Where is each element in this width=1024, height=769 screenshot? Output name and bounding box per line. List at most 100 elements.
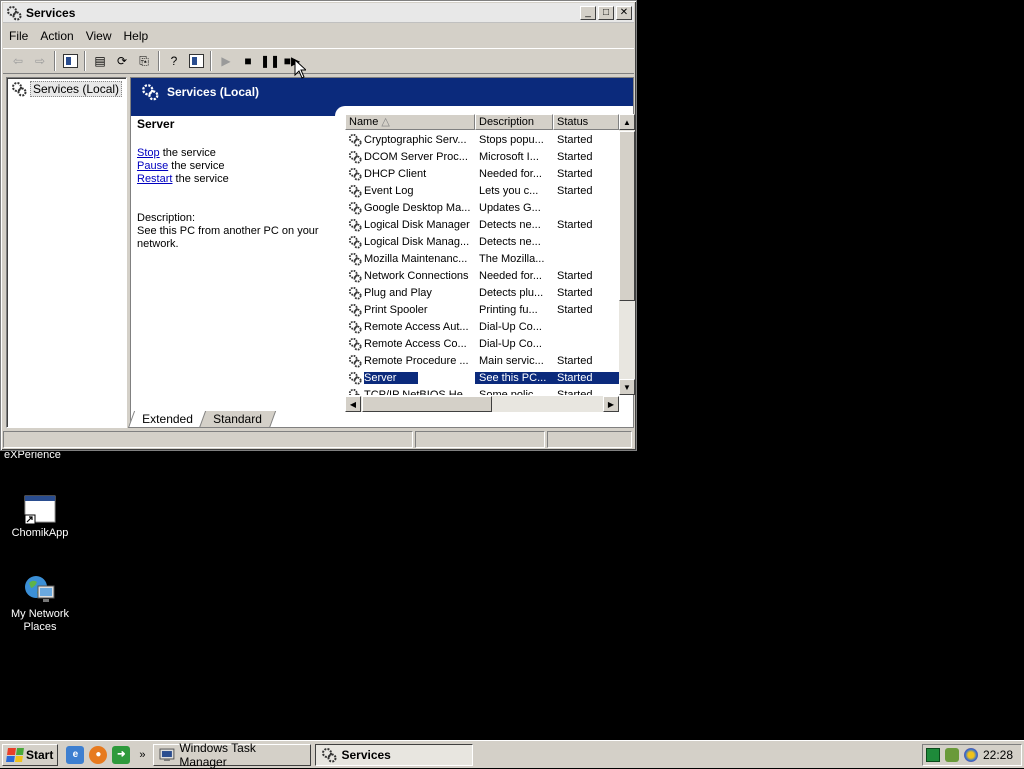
tab-standard[interactable]: Standard	[198, 411, 276, 428]
menu-file[interactable]: File	[3, 29, 34, 43]
table-row[interactable]: Remote Procedure ... Main servic... Starte…	[345, 352, 619, 369]
menu-action[interactable]: Action	[34, 29, 79, 43]
table-row[interactable]: Print Spooler Printing fu... Started	[345, 301, 619, 318]
task-label: Windows Task Manager	[179, 740, 256, 769]
pause-action-line: Pause the service	[137, 160, 333, 173]
service-gear-icon	[348, 201, 362, 215]
scroll-thumb[interactable]	[619, 131, 635, 301]
cell-status: Started	[557, 218, 593, 231]
stop-service-link[interactable]: Stop	[137, 147, 160, 159]
task-services[interactable]: Services	[315, 743, 474, 766]
tab-extended[interactable]: Extended	[127, 411, 207, 428]
tray-network-icon[interactable]	[944, 748, 959, 762]
tree-item-services-local[interactable]: Services (Local)	[11, 81, 123, 97]
restart-service-link[interactable]: Restart	[137, 173, 172, 185]
table-row[interactable]: Google Desktop Ma... Updates G...	[345, 199, 619, 216]
table-row[interactable]: Logical Disk Manager Detects ne... Started	[345, 216, 619, 233]
maximize-button[interactable]: □	[598, 5, 614, 20]
service-gear-icon	[348, 303, 362, 317]
services-gear-icon	[322, 747, 337, 762]
cell-name: Remote Procedure ...	[345, 354, 475, 368]
service-name: Remote Access Co...	[364, 337, 467, 350]
start-service-icon[interactable]: ▶	[215, 50, 237, 72]
green-arrow-icon[interactable]: ➜	[112, 745, 131, 764]
refresh-icon[interactable]: ⟳	[111, 50, 133, 72]
cell-status: Started	[553, 371, 619, 384]
table-row[interactable]: Remote Access Co... Dial-Up Co...	[345, 335, 619, 352]
table-row[interactable]: DHCP Client Needed for... Started	[345, 165, 619, 182]
toolbar-separator	[158, 51, 160, 71]
vertical-scrollbar[interactable]: ▲ ▼	[619, 114, 635, 395]
table-row[interactable]: Remote Access Aut... Dial-Up Co...	[345, 318, 619, 335]
menu-view[interactable]: View	[80, 29, 118, 43]
export-list-icon[interactable]: ⎘	[133, 50, 155, 72]
scroll-down-icon[interactable]: ▼	[619, 379, 635, 395]
show-hide-tree-icon[interactable]	[59, 50, 81, 72]
table-row[interactable]: TCP/IP NetBIOS He... Some polic... Started	[345, 386, 619, 395]
stop-service-icon[interactable]: ■	[237, 50, 259, 72]
task-manager-icon	[159, 748, 175, 761]
tray-app-icon[interactable]	[963, 748, 978, 762]
forward-icon[interactable]: ⇨	[29, 50, 51, 72]
cell-name: Logical Disk Manager	[345, 218, 475, 232]
table-row[interactable]: Mozilla Maintenanc... The Mozilla...	[345, 250, 619, 267]
table-row[interactable]: Network Connections Needed for... Started	[345, 267, 619, 284]
start-button[interactable]: Start	[2, 743, 59, 766]
horizontal-scrollbar[interactable]: ◀ ▶	[345, 396, 619, 412]
quick-launch-overflow[interactable]: »	[139, 749, 145, 761]
list-rows: Cryptographic Serv... Stops popu... Starte…	[345, 131, 619, 395]
desktop-icon-my-network-places[interactable]: My Network Places	[0, 574, 80, 634]
stop-action-line: Stop the service	[137, 147, 333, 160]
cell-name: Mozilla Maintenanc...	[345, 252, 475, 266]
scroll-left-icon[interactable]: ◀	[345, 396, 361, 412]
service-name: Cryptographic Serv...	[364, 133, 467, 146]
column-header-name[interactable]: Name △	[345, 114, 475, 130]
app-shortcut-icon	[24, 495, 56, 525]
window-title: Services	[26, 5, 76, 20]
back-icon[interactable]: ⇦	[7, 50, 29, 72]
table-row[interactable]: Cryptographic Serv... Stops popu... Starte…	[345, 131, 619, 148]
services-list: Name △ Description Status Cryptographic …	[345, 114, 635, 412]
status-pane-main	[3, 431, 413, 448]
table-row[interactable]: Plug and Play Detects plu... Started	[345, 284, 619, 301]
sort-ascending-icon: △	[381, 116, 390, 128]
internet-explorer-icon[interactable]: e	[66, 745, 85, 764]
properties-icon[interactable]: ▤	[89, 50, 111, 72]
column-header-status[interactable]: Status	[553, 114, 619, 130]
toolbar-separator	[54, 51, 56, 71]
service-gear-icon	[348, 184, 362, 198]
clock[interactable]: 22:28	[983, 748, 1013, 762]
scroll-right-icon[interactable]: ▶	[603, 396, 619, 412]
title-bar[interactable]: Services _ □ ✕	[3, 3, 634, 23]
show-hide-action-pane-icon[interactable]	[185, 50, 207, 72]
service-name: Logical Disk Manager	[364, 218, 470, 231]
help-icon[interactable]: ?	[163, 50, 185, 72]
status-pane-2	[414, 431, 546, 448]
table-row-selected[interactable]: Server See this PC... Started	[345, 369, 619, 386]
pause-service-icon[interactable]: ❚❚	[259, 50, 281, 72]
close-button[interactable]: ✕	[616, 5, 632, 20]
table-row[interactable]: Event Log Lets you c... Started	[345, 182, 619, 199]
cell-description: Dial-Up Co...	[479, 337, 542, 350]
cell-description: Detects plu...	[479, 286, 544, 299]
services-gear-icon	[142, 84, 159, 101]
table-row[interactable]: DCOM Server Proc... Microsoft I... Started	[345, 148, 619, 165]
pause-service-link[interactable]: Pause	[137, 160, 168, 172]
service-name: Mozilla Maintenanc...	[364, 252, 468, 265]
hscroll-thumb[interactable]	[362, 396, 492, 412]
minimize-button[interactable]: _	[580, 5, 596, 20]
task-windows-task-manager[interactable]: Windows Task Manager	[153, 740, 312, 769]
desktop-icon-chomikapp[interactable]: ChomikApp	[0, 495, 80, 540]
cell-name: DHCP Client	[345, 167, 475, 181]
tray-green-icon[interactable]	[925, 748, 940, 762]
menu-help[interactable]: Help	[118, 29, 155, 43]
scroll-up-icon[interactable]: ▲	[619, 114, 635, 130]
firefox-icon[interactable]: ●	[89, 745, 108, 764]
cell-status: Started	[557, 150, 593, 163]
table-row[interactable]: Logical Disk Manag... Detects ne...	[345, 233, 619, 250]
service-gear-icon	[348, 354, 362, 368]
pane-header-title: Services (Local)	[167, 85, 260, 99]
service-gear-icon	[348, 286, 362, 300]
column-header-description[interactable]: Description	[475, 114, 553, 130]
cell-description: Lets you c...	[479, 184, 539, 197]
